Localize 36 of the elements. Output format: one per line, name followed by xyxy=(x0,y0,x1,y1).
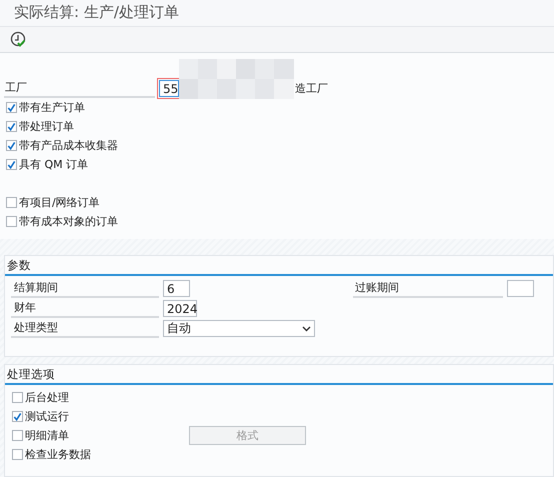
chevron-down-icon xyxy=(302,326,311,332)
checkbox[interactable] xyxy=(12,392,23,403)
checkbox-label: 带处理订单 xyxy=(19,119,74,134)
field-label: 结算期间 xyxy=(11,280,159,298)
checkbox[interactable] xyxy=(6,102,17,113)
input-field[interactable]: 2024 xyxy=(163,300,197,317)
input-field[interactable]: 6 xyxy=(163,280,190,297)
field-label: 财年 xyxy=(11,300,159,318)
checkbox[interactable] xyxy=(12,449,23,460)
field-label: 工厂 xyxy=(4,80,155,98)
checkbox[interactable] xyxy=(6,140,17,151)
checkbox-label: 带有生产订单 xyxy=(19,100,85,115)
input-field[interactable]: 55 xyxy=(159,80,179,97)
checkbox[interactable] xyxy=(12,411,23,422)
checkbox[interactable] xyxy=(12,430,23,441)
checkbox-label: 具有 QM 订单 xyxy=(19,157,88,172)
input-field[interactable] xyxy=(507,280,534,297)
checkbox-label: 测试运行 xyxy=(25,409,69,424)
checkbox[interactable] xyxy=(6,197,17,208)
window-title: 实际结算: 生产/处理订单 xyxy=(14,3,179,22)
checkbox[interactable] xyxy=(6,121,17,132)
field-label: 处理类型 xyxy=(11,320,159,338)
execute-icon[interactable] xyxy=(10,30,27,48)
checkbox-label: 带有成本对象的订单 xyxy=(19,214,118,229)
plant-description: 造工厂 xyxy=(295,81,328,96)
checkbox-label: 后台处理 xyxy=(25,390,69,405)
checkbox-label: 检查业务数据 xyxy=(25,447,91,462)
group-title: 处理选项 xyxy=(5,365,553,385)
checkbox-label: 带有产品成本收集器 xyxy=(19,138,118,153)
field-label: 过账期间 xyxy=(353,280,503,298)
dropdown[interactable]: 自动 xyxy=(163,320,315,337)
checkbox-label: 明细清单 xyxy=(25,428,70,443)
checkbox[interactable] xyxy=(6,159,17,170)
group-title: 参数 xyxy=(5,256,553,276)
checkbox-label: 有项目/网络订单 xyxy=(19,195,100,210)
checkbox[interactable] xyxy=(6,216,17,227)
